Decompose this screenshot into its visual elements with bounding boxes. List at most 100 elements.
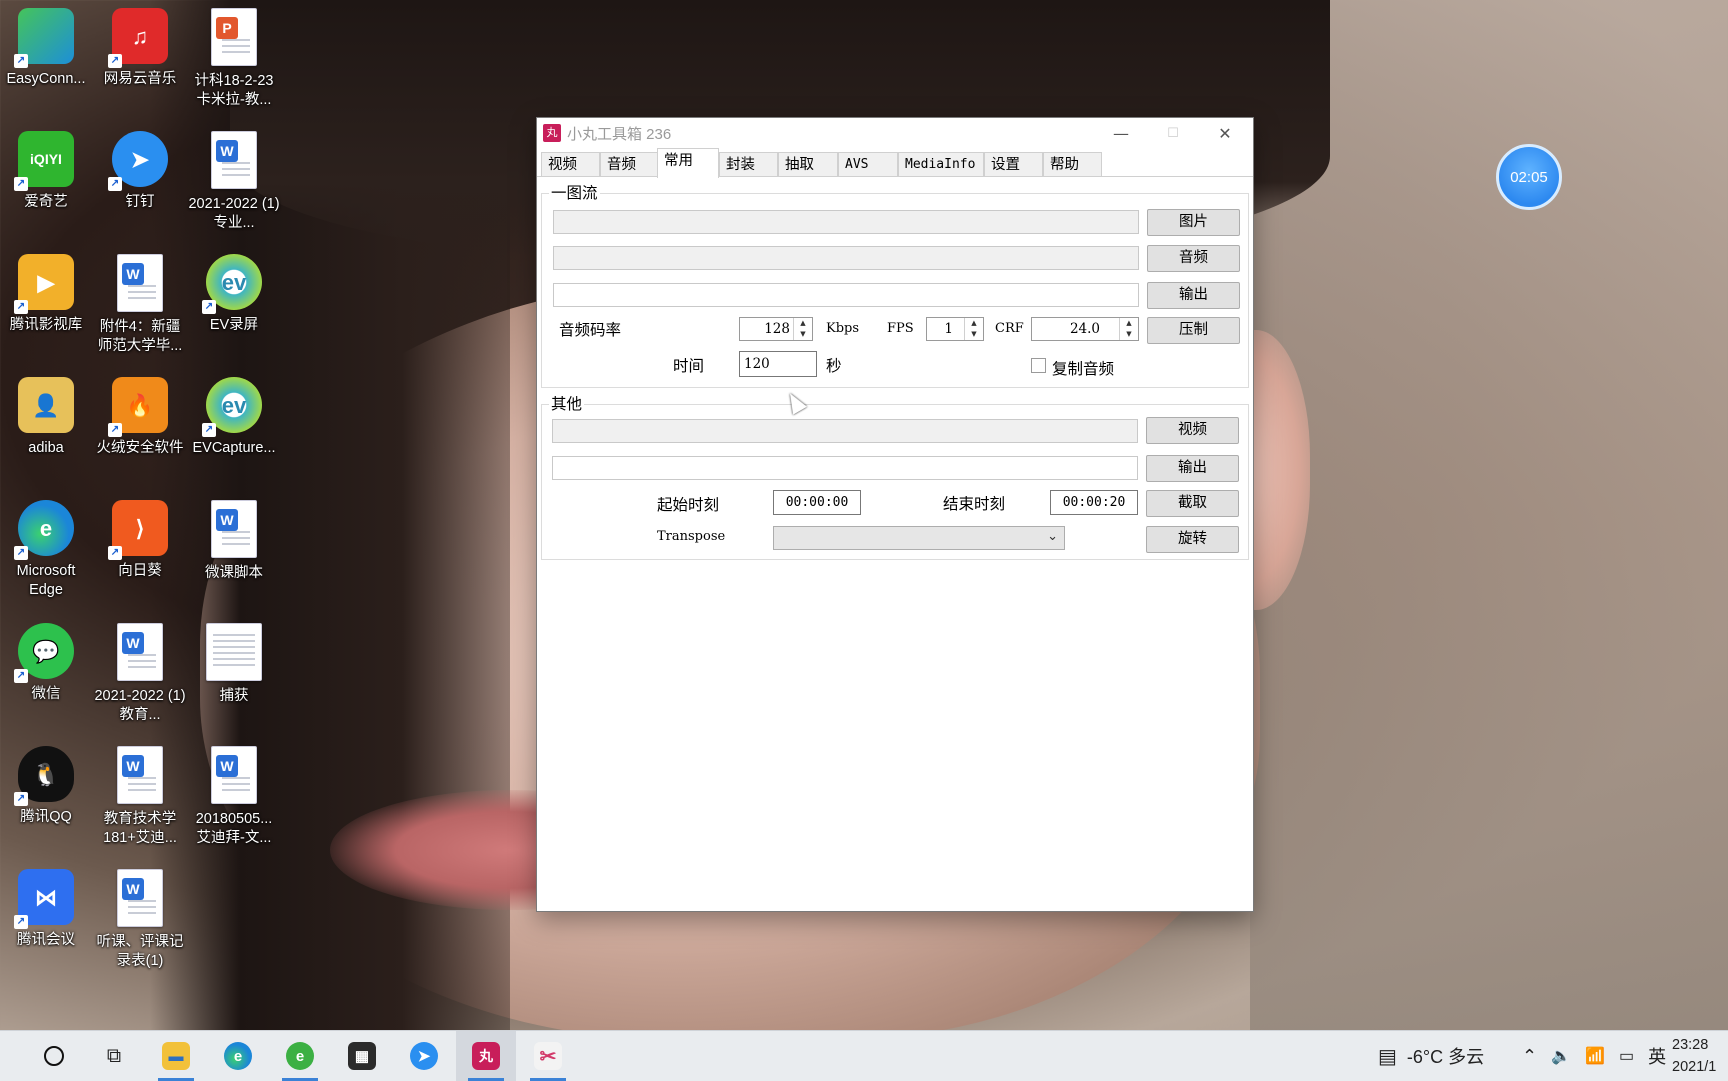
- tab-settings[interactable]: 设置: [984, 152, 1043, 176]
- cortana-button[interactable]: [24, 1031, 84, 1081]
- other-group-label: 其他: [549, 392, 585, 414]
- minimize-button[interactable]: —: [1093, 118, 1149, 148]
- compress-button[interactable]: 压制: [1147, 317, 1240, 344]
- desktop-icon-label: 腾讯影视库: [9, 317, 83, 333]
- desktop-icon-word-file[interactable]: W 教育技术学 181+艾迪...: [94, 746, 186, 848]
- end-time-input[interactable]: 00:00:20: [1050, 490, 1138, 515]
- tab-video[interactable]: 视频: [541, 152, 600, 176]
- taskbar-dingtalk[interactable]: ➤: [394, 1031, 454, 1081]
- desktop-icon-word-file[interactable]: W 附件4：新疆 师范大学毕...: [94, 254, 186, 356]
- output-button[interactable]: 输出: [1147, 282, 1240, 309]
- taskbar-xiaowan-toolbox[interactable]: 丸: [456, 1031, 516, 1081]
- battery-icon[interactable]: ▭: [1619, 1046, 1634, 1066]
- image-path-field[interactable]: [553, 210, 1139, 234]
- video-path-field[interactable]: [552, 419, 1138, 443]
- crf-value: 24.0: [1069, 321, 1100, 337]
- other-output-path-field[interactable]: [552, 456, 1138, 480]
- crf-spinner[interactable]: 24.0 ▲ ▼: [1031, 317, 1139, 341]
- speaker-icon[interactable]: 🔈: [1551, 1046, 1571, 1066]
- desktop-icon-edge[interactable]: e ↗ Microsoft Edge: [0, 500, 92, 600]
- desktop-icon-tencent-video-library[interactable]: ▶ ↗ 腾讯影视库: [0, 254, 92, 335]
- desktop-icon-sunflower[interactable]: ⟩ ↗ 向日葵: [94, 500, 186, 581]
- audio-bitrate-spinner[interactable]: 128 ▲ ▼: [739, 317, 813, 341]
- wifi-icon[interactable]: 📶: [1585, 1046, 1605, 1066]
- spin-arrows-icon[interactable]: ▲ ▼: [793, 318, 812, 340]
- desktop-icon-ev-recorder[interactable]: ev ↗ EV录屏: [188, 254, 280, 335]
- desktop-icon-label: 教育技术学 181+艾迪...: [103, 811, 177, 846]
- spin-arrows-icon[interactable]: ▲ ▼: [1119, 318, 1138, 340]
- desktop-icon-word-file[interactable]: W 2021-2022 (1) 专业...: [188, 131, 280, 233]
- copy-audio-label[interactable]: 复制音频: [1052, 357, 1114, 379]
- taskbar-clock[interactable]: 23:28 2021/1: [1672, 1034, 1728, 1078]
- image-button[interactable]: 图片: [1147, 209, 1240, 236]
- tab-help[interactable]: 帮助: [1043, 152, 1102, 176]
- desktop-icon-word-file[interactable]: W 2021-2022 (1) 教育...: [94, 623, 186, 725]
- tab-avs[interactable]: AVS: [838, 152, 898, 176]
- desktop-icon-label: EasyConn...: [6, 71, 86, 87]
- desktop-icon-iqiyi[interactable]: iQIYI ↗ 爱奇艺: [0, 131, 92, 212]
- audio-path-field[interactable]: [553, 246, 1139, 270]
- tab-extract[interactable]: 抽取: [778, 152, 838, 176]
- taskbar-file-explorer[interactable]: ▬: [146, 1031, 206, 1081]
- desktop-icon-easyconnect[interactable]: ↗ EasyConn...: [0, 8, 92, 89]
- scissors-icon: ✂: [534, 1042, 562, 1070]
- news-weather-icon: ▤: [1378, 1045, 1397, 1068]
- tencent-meeting-icon: ⋈ ↗: [14, 869, 74, 929]
- cortana-circle-icon: [44, 1046, 64, 1066]
- output-path-field[interactable]: [553, 283, 1139, 307]
- floating-clock-widget[interactable]: 02:05: [1496, 144, 1562, 210]
- taskbar-browser[interactable]: e: [270, 1031, 330, 1081]
- audio-button[interactable]: 音频: [1147, 245, 1240, 272]
- desktop-icon-wechat[interactable]: 💬 ↗ 微信: [0, 623, 92, 704]
- fps-spinner[interactable]: 1 ▲ ▼: [926, 317, 984, 341]
- maximize-button[interactable]: ☐: [1145, 118, 1201, 148]
- task-view-button[interactable]: ⧉: [84, 1031, 144, 1081]
- start-time-input[interactable]: 00:00:00: [773, 490, 861, 515]
- desktop-icon-dingtalk[interactable]: ➤ ↗ 钉钉: [94, 131, 186, 212]
- tab-audio[interactable]: 音频: [600, 152, 659, 176]
- tab-mux[interactable]: 封装: [719, 152, 778, 176]
- taskbar-store[interactable]: ▦: [332, 1031, 392, 1081]
- copy-audio-checkbox[interactable]: [1031, 358, 1046, 373]
- word-file-icon: W: [117, 623, 163, 681]
- tab-common[interactable]: 常用: [657, 148, 719, 178]
- edge-icon: e: [224, 1042, 252, 1070]
- desktop-icon-netease-music[interactable]: ♫ ↗ 网易云音乐: [94, 8, 186, 89]
- other-output-button[interactable]: 输出: [1146, 455, 1239, 482]
- spin-arrows-icon[interactable]: ▲ ▼: [964, 318, 983, 340]
- desktop-icon-word-file[interactable]: W 微课脚本: [188, 500, 280, 583]
- taskbar-edge[interactable]: e: [208, 1031, 268, 1081]
- fps-value: 1: [944, 321, 953, 337]
- xiaowan-app-icon: 丸: [472, 1042, 500, 1070]
- window-titlebar[interactable]: 丸 小丸工具箱 236 — ☐ ✕: [537, 118, 1253, 148]
- tab-mediainfo[interactable]: MediaInfo: [898, 152, 984, 176]
- folder-icon: ▬: [162, 1042, 190, 1070]
- desktop-icon-adiba[interactable]: 👤 adiba: [0, 377, 92, 458]
- video-button[interactable]: 视频: [1146, 417, 1239, 444]
- browser-e-icon: e: [286, 1042, 314, 1070]
- close-button[interactable]: ✕: [1197, 118, 1253, 148]
- chevron-up-icon[interactable]: ⌃: [1522, 1046, 1537, 1067]
- desktop-icon-label: 计科18-2-23 卡米拉-教...: [194, 73, 274, 108]
- desktop-icon-ppt-file[interactable]: P 计科18-2-23 卡米拉-教...: [188, 8, 280, 110]
- time-input[interactable]: 120: [739, 351, 817, 377]
- transpose-dropdown[interactable]: ⌄: [773, 526, 1065, 550]
- desktop-icon-word-file[interactable]: W 20180505... 艾迪拜-文...: [188, 746, 280, 848]
- weather-widget[interactable]: ▤ -6°C 多云: [1378, 1031, 1484, 1081]
- desktop-icon-word-file[interactable]: W 听课、评课记 录表(1): [94, 869, 186, 971]
- desktop-icon-label: 网易云音乐: [103, 71, 177, 87]
- flame-icon: 🔥 ↗: [108, 377, 168, 437]
- desktop-icon-capture-image[interactable]: 捕获: [188, 623, 280, 706]
- ime-indicator[interactable]: 英: [1648, 1043, 1666, 1069]
- taskbar-snipping[interactable]: ✂: [518, 1031, 578, 1081]
- cut-button[interactable]: 截取: [1146, 490, 1239, 517]
- desktop-icon-evcapture[interactable]: ev ↗ EVCapture...: [188, 377, 280, 458]
- desktop-icon-tencent-meeting[interactable]: ⋈ ↗ 腾讯会议: [0, 869, 92, 950]
- rotate-button[interactable]: 旋转: [1146, 526, 1239, 553]
- desktop-icon-qq[interactable]: 🐧 ↗ 腾讯QQ: [0, 746, 92, 827]
- desktop-icon-huorong[interactable]: 🔥 ↗ 火绒安全软件: [94, 377, 186, 458]
- ev-recorder-icon: ev ↗: [202, 254, 262, 314]
- desktop-icon-label: 20180505... 艾迪拜-文...: [195, 811, 273, 846]
- desktop-icon-label: 腾讯QQ: [20, 809, 72, 825]
- desktop-icon-label: 腾讯会议: [17, 932, 75, 948]
